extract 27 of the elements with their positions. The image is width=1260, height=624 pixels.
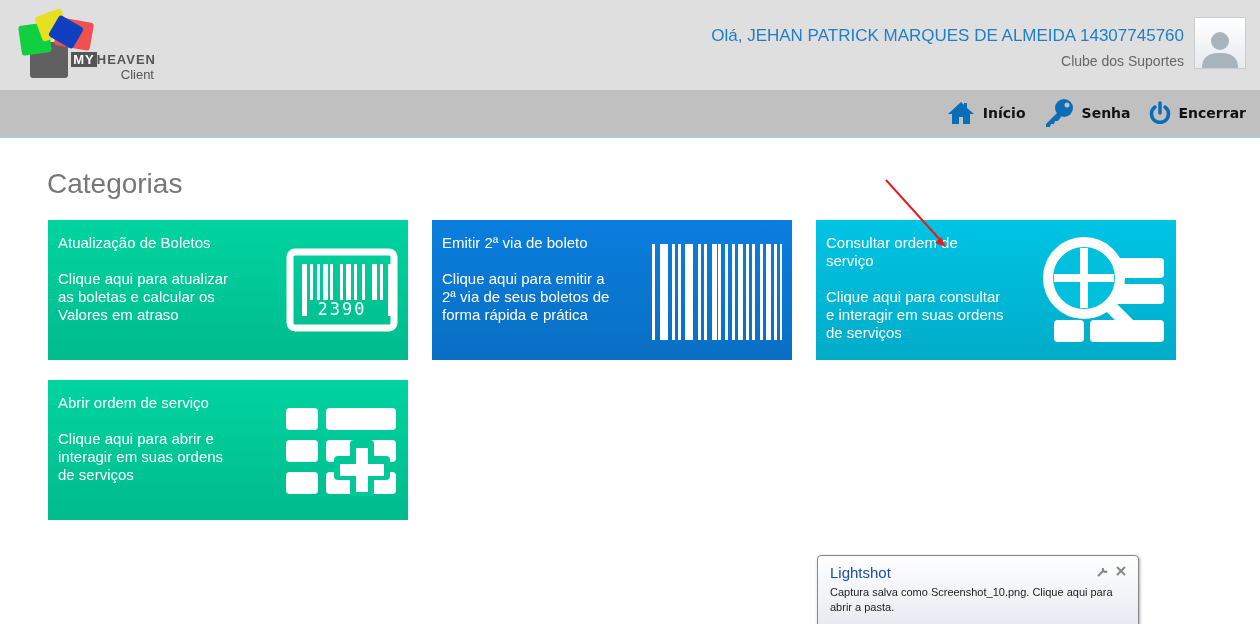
card-title: Emitir 2ª via de boleto: [442, 234, 589, 252]
barcode-icon: [650, 244, 782, 340]
notification-message: Captura salva como Screenshot_10.png. Clique aqui para abrir a pasta.: [830, 585, 1114, 615]
logo: MY HEAVEN Client: [16, 6, 156, 82]
nav-link[interactable]: Encerrar: [1146, 101, 1248, 125]
card-description: Clique aqui para atualizar as boletas e calcular os Valores em atraso: [58, 270, 230, 324]
avatar-silhouette: [1194, 17, 1246, 69]
page-heading: Categorias: [47, 168, 184, 200]
card-title: Abrir ordem de serviço: [58, 394, 210, 412]
power-icon: [1148, 101, 1171, 125]
close-icon[interactable]: [1116, 566, 1126, 576]
nav-link[interactable]: Início: [944, 101, 1028, 125]
card-description: Clique aqui para abrir e interagir em suas ordens de serviços: [58, 430, 225, 484]
category-card[interactable]: Emitir 2ª via de boleto Clique aqui para emitir a 2ª via de seus boletos de forma rápida e prática: [432, 220, 792, 360]
card-description: Clique aqui para emitir a 2ª via de seus boletos de forma rápida e prática: [442, 270, 611, 324]
barcode-icon: 2390: [286, 248, 398, 332]
key-icon: [1043, 98, 1074, 128]
card-description: Clique aqui para consultar e interagir em suas ordens de serviços: [826, 288, 1004, 342]
user-group: Clube dos Suportes: [1061, 53, 1184, 69]
card-title: Atualização de Boletos: [58, 234, 212, 252]
notification-title: Lightshot: [830, 564, 891, 581]
home-icon: [946, 101, 975, 125]
notification-popup[interactable]: Lightshot Captura salva como Screenshot_10.png. Clique aqui para abrir a pasta.: [817, 555, 1139, 624]
nav-link[interactable]: Senha: [1041, 98, 1133, 128]
user-greeting: Olá, JEHAN PATRICK MARQUES DE ALMEIDA 14307745760: [711, 26, 1184, 46]
grid-plus-icon: [286, 408, 398, 498]
wrench-icon[interactable]: [1097, 566, 1108, 577]
